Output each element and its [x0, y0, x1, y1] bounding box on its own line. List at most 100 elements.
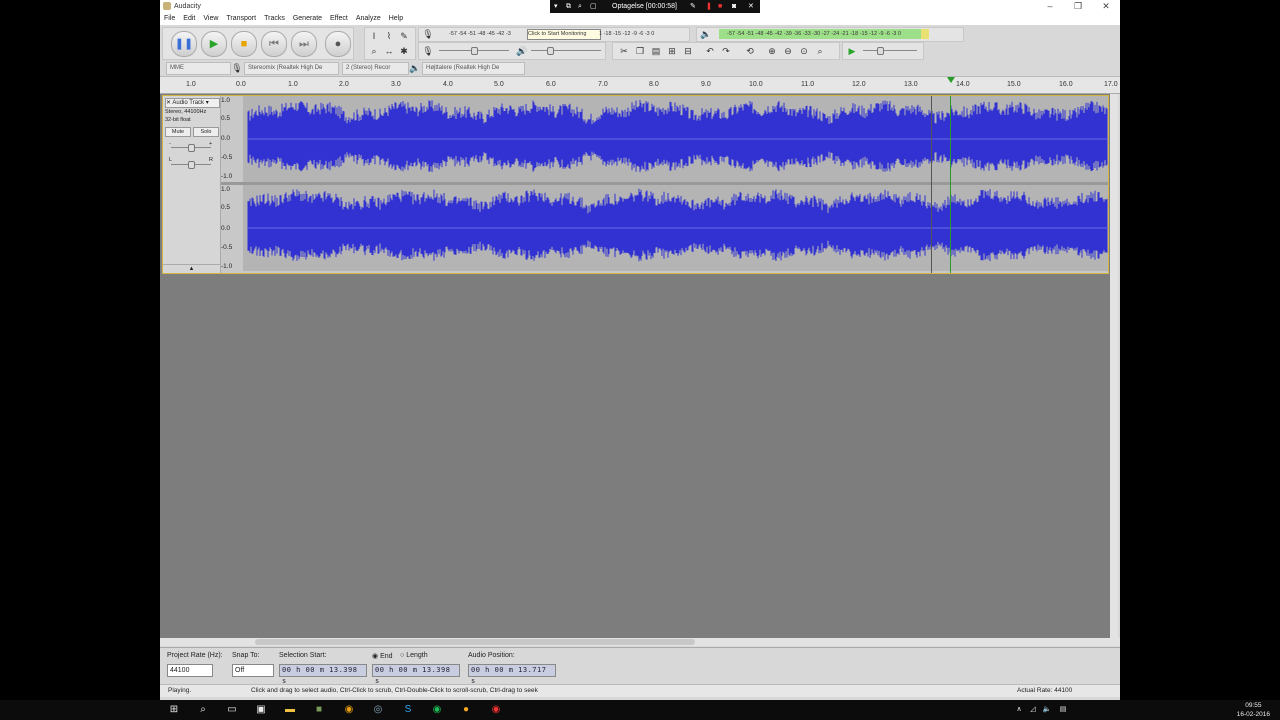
track-area[interactable]: ✕ Audio Track ▾ Stereo, 44100Hz 32-bit f…	[160, 94, 1110, 639]
steam-icon[interactable]: ◎	[371, 703, 385, 717]
volume-icon[interactable]: 🔈	[1040, 703, 1054, 717]
skip-end-button[interactable]: ⏭	[291, 31, 317, 57]
snap-to-select[interactable]: Off	[232, 664, 274, 677]
skype-icon[interactable]: S	[401, 703, 415, 717]
search-icon[interactable]: ⌕	[196, 703, 210, 717]
envelope-tool-icon[interactable]: ⌇	[382, 29, 396, 43]
selection-start-time[interactable]: 00 h 00 m 13.398 s	[279, 664, 367, 685]
timeline-ruler[interactable]: 1.0 0.0 1.0 2.0 3.0 4.0 5.0 6.0 7.0 8.0 …	[160, 77, 1120, 94]
horizontal-scroll-thumb[interactable]	[255, 639, 695, 645]
track-close-icon[interactable]: ✕	[166, 100, 171, 106]
copy-icon[interactable]: ❐	[633, 44, 647, 58]
channels-select[interactable]: 2 (Stereo) Recor	[342, 62, 409, 75]
waveform-channel-1[interactable]	[243, 96, 1108, 182]
menu-transport[interactable]: Transport	[222, 13, 260, 25]
audio-host-select[interactable]: MME	[166, 62, 231, 75]
task-view-icon[interactable]: ▭	[225, 703, 239, 717]
window-icon[interactable]: ⧉	[566, 0, 571, 13]
vertical-scrollbar[interactable]	[1110, 94, 1118, 639]
audio-position-time[interactable]: 00 h 00 m 13.717 s	[468, 664, 556, 685]
record-meter-toolbar[interactable]: 🎙 -57 -54 -51 -48 -45 -42 -3 Click to St…	[418, 27, 690, 42]
fit-project-icon[interactable]: ⌕	[813, 44, 827, 58]
network-icon[interactable]: ◿	[1026, 703, 1040, 717]
play-meter-toolbar[interactable]: 🔈 -57 -54 -51 -48 -45 -42 -39 -36 -33 -3…	[696, 27, 964, 42]
sync-lock-icon[interactable]: ⟲	[743, 44, 757, 58]
redo-icon[interactable]: ↷	[719, 44, 733, 58]
chevron-down-icon[interactable]: ▾	[554, 0, 558, 13]
menu-edit[interactable]: Edit	[179, 13, 199, 25]
recording-device-select[interactable]: Stereomix (Realtek High De	[244, 62, 339, 75]
paste-icon[interactable]: ▤	[649, 44, 663, 58]
silence-icon[interactable]: ⊟	[681, 44, 695, 58]
project-rate-select[interactable]: 44100	[167, 664, 213, 677]
end-radio[interactable]: ◉ End	[372, 652, 393, 660]
zoom-out-icon[interactable]: ⊖	[781, 44, 795, 58]
menu-file[interactable]: File	[160, 13, 179, 25]
store-icon[interactable]: ▣	[254, 703, 268, 717]
pause-record-icon[interactable]: ❚	[706, 0, 712, 13]
restore-icon[interactable]: ❐	[1064, 0, 1092, 13]
record-button[interactable]: ●	[325, 31, 351, 57]
close-recorder-icon[interactable]: ✕	[748, 0, 754, 13]
play-button[interactable]: ▶	[201, 31, 227, 57]
zoom-in-icon[interactable]: ⊕	[765, 44, 779, 58]
minecraft-icon[interactable]: ■	[312, 703, 326, 717]
camera-icon[interactable]: ◙	[732, 0, 736, 13]
audio-track[interactable]: ✕ Audio Track ▾ Stereo, 44100Hz 32-bit f…	[162, 95, 1109, 274]
magnify-icon[interactable]: ⌕	[578, 0, 582, 13]
play-at-speed-icon[interactable]: ▶	[845, 44, 859, 58]
recorder-taskbar-icon[interactable]: ◉	[489, 703, 503, 717]
fullscreen-icon[interactable]: ▢	[590, 0, 597, 13]
menu-effect[interactable]: Effect	[326, 13, 352, 25]
selection-end-time[interactable]: 00 h 00 m 13.398 s	[372, 664, 460, 685]
multi-tool-icon[interactable]: ✱	[397, 44, 411, 58]
gain-knob[interactable]	[188, 144, 195, 152]
speed-knob[interactable]	[877, 47, 884, 55]
draw-tool-icon[interactable]: ✎	[397, 29, 411, 43]
track-name-menu[interactable]: ✕ Audio Track ▾	[165, 98, 220, 108]
menu-analyze[interactable]: Analyze	[352, 13, 385, 25]
record-volume-knob[interactable]	[471, 47, 478, 55]
pause-button[interactable]: ❚❚	[171, 31, 197, 57]
close-icon[interactable]: ✕	[1092, 0, 1120, 13]
trim-icon[interactable]: ⊞	[665, 44, 679, 58]
ruler-tick: 7.0	[598, 81, 608, 88]
notifications-icon[interactable]: ▤	[1056, 703, 1070, 717]
spotify-icon[interactable]: ◉	[430, 703, 444, 717]
menu-view[interactable]: View	[199, 13, 222, 25]
menu-generate[interactable]: Generate	[289, 13, 326, 25]
windows-start-icon[interactable]: ⊞	[167, 703, 181, 717]
pencil-icon[interactable]: ✎	[690, 0, 696, 13]
speed-slider[interactable]	[863, 50, 917, 51]
waveform-channel-2[interactable]	[243, 185, 1108, 271]
file-explorer-icon[interactable]: ▬	[283, 703, 297, 717]
pan-knob[interactable]	[188, 161, 195, 169]
mute-button[interactable]: Mute	[165, 127, 191, 137]
length-radio[interactable]: ○ Length	[400, 652, 428, 659]
taskbar: ⊞ ⌕ ▭ ▣ ▬ ■ ◉ ◎ S ◉ ● ◉ ∧ ◿ 🔈 ▤ 09:55 16…	[0, 700, 1280, 720]
skip-start-button[interactable]: ⏮	[261, 31, 287, 57]
horizontal-scrollbar[interactable]	[160, 638, 1120, 646]
stop-record-icon[interactable]: ■	[718, 0, 722, 13]
selection-tool-icon[interactable]: I	[367, 29, 381, 43]
fit-selection-icon[interactable]: ⊙	[797, 44, 811, 58]
play-icon: ▶	[209, 38, 219, 50]
undo-icon[interactable]: ↶	[703, 44, 717, 58]
timeshift-tool-icon[interactable]: ↔	[382, 44, 396, 58]
playback-volume-knob[interactable]	[547, 47, 554, 55]
minimize-icon[interactable]: –	[1036, 0, 1064, 13]
menu-tracks[interactable]: Tracks	[260, 13, 289, 25]
cut-icon[interactable]: ✂	[617, 44, 631, 58]
playback-device-select[interactable]: Højttalere (Realtek High De	[422, 62, 525, 75]
collapse-track-icon[interactable]: ▲	[163, 264, 220, 273]
play-head-marker[interactable]	[947, 77, 955, 83]
playback-volume-slider[interactable]	[531, 50, 601, 51]
zoom-tool-icon[interactable]: ⌕	[367, 44, 381, 58]
chrome-icon[interactable]: ◉	[342, 703, 356, 717]
taskbar-clock[interactable]: 09:55 16-02-2016	[1237, 701, 1270, 719]
solo-button[interactable]: Solo	[193, 127, 219, 137]
audacity-taskbar-icon[interactable]: ●	[459, 703, 473, 717]
chevron-up-icon[interactable]: ∧	[1012, 703, 1026, 717]
menu-help[interactable]: Help	[385, 13, 407, 25]
stop-button[interactable]: ■	[231, 31, 257, 57]
